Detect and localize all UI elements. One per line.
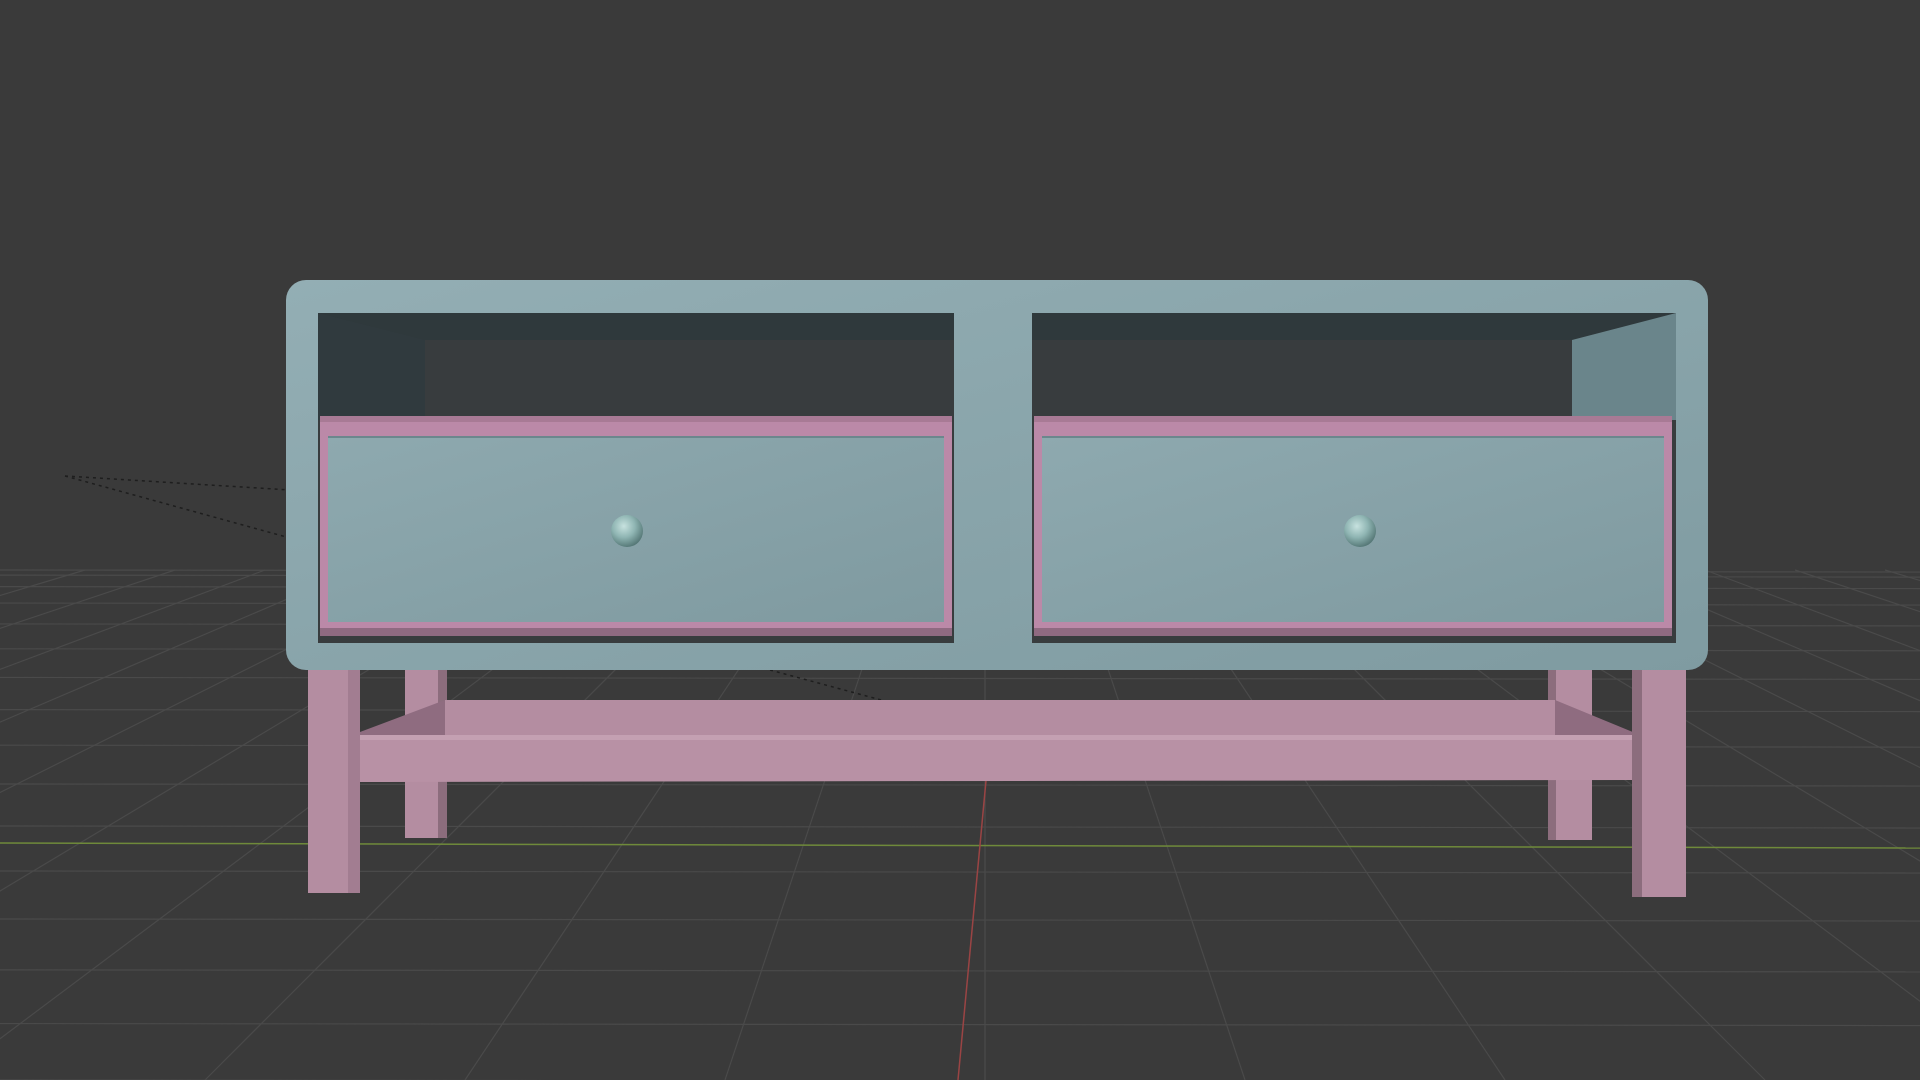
grid-line xyxy=(0,1022,1920,1027)
stand-frame[interactable] xyxy=(308,665,1686,897)
grid-line xyxy=(0,918,1920,922)
viewport-canvas[interactable] xyxy=(0,0,1920,1080)
3d-viewport[interactable] xyxy=(0,0,1920,1080)
right-drawer-knob[interactable] xyxy=(1344,515,1376,547)
cabinet-body[interactable] xyxy=(286,280,1708,670)
left-drawer-knob[interactable] xyxy=(611,515,643,547)
grid-line xyxy=(0,569,176,629)
grid-line xyxy=(1884,569,1920,582)
grid-line xyxy=(1704,569,1920,652)
grid-line xyxy=(0,569,266,671)
grid-line xyxy=(0,969,1920,973)
left-drawer[interactable] xyxy=(320,416,952,636)
front-rail[interactable] xyxy=(350,735,1640,782)
grid-line xyxy=(0,569,86,597)
right-drawer[interactable] xyxy=(1034,416,1672,636)
y-axis-line xyxy=(957,769,988,1080)
grid-line xyxy=(1794,569,1920,613)
